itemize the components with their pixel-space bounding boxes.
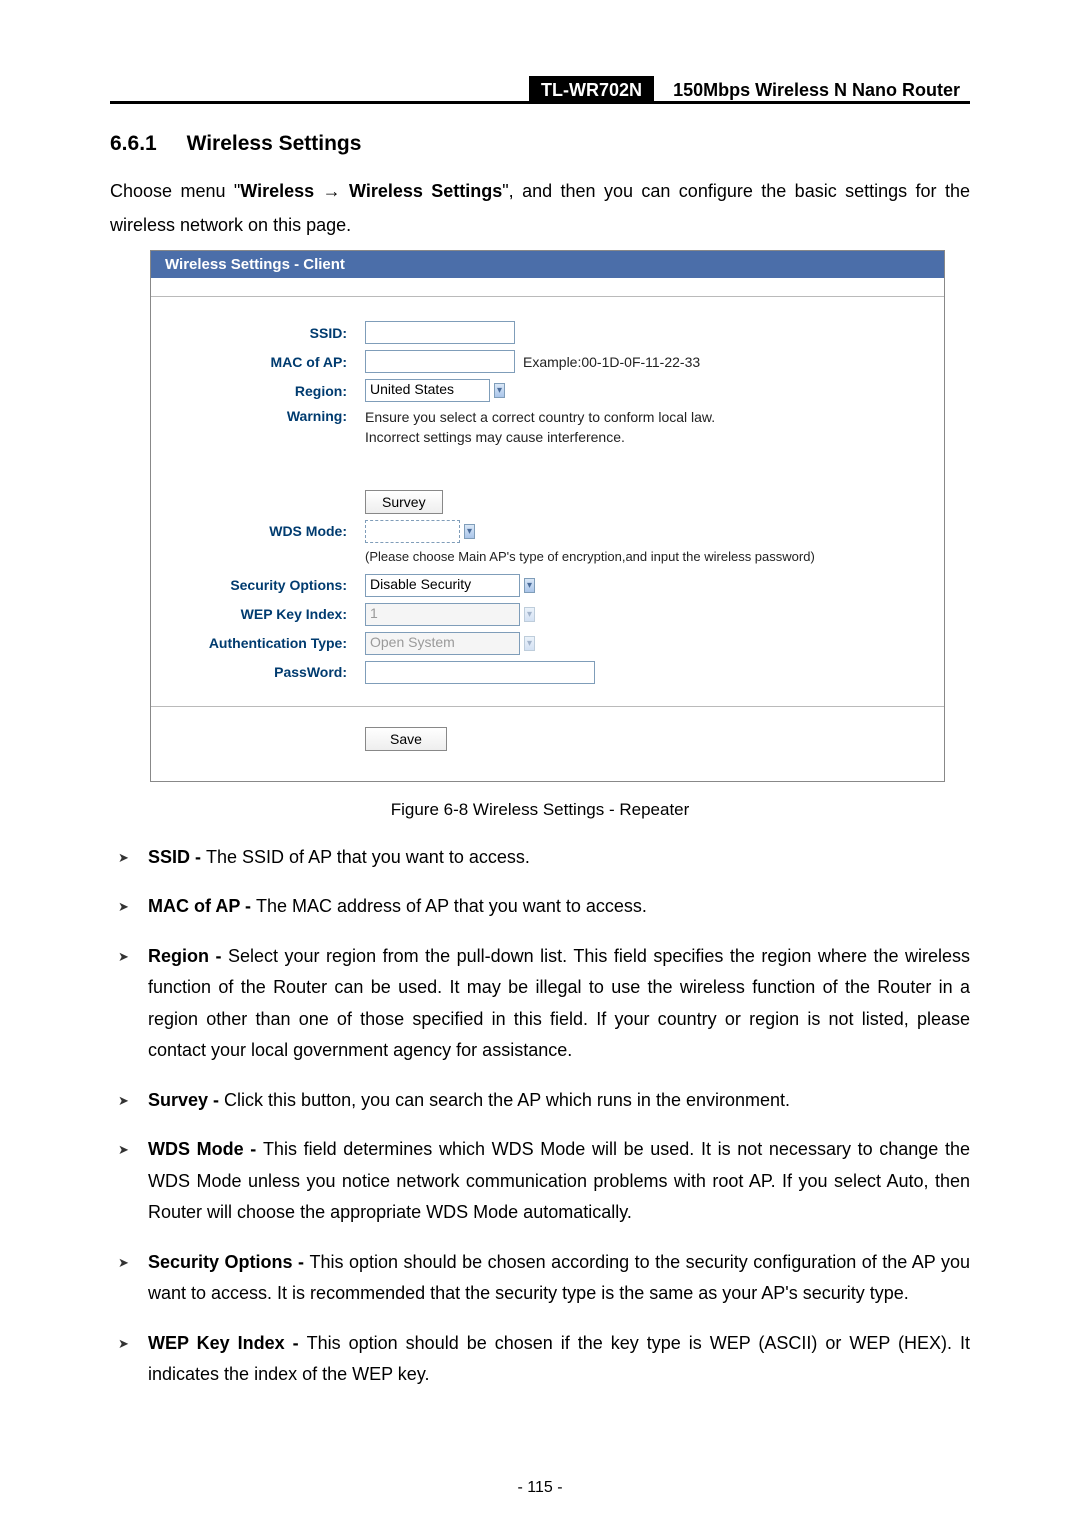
- wepkey-value: 1: [370, 605, 378, 621]
- mac-example: Example:00-1D-0F-11-22-33: [515, 354, 700, 370]
- arrow-bullet-icon: ➤: [118, 941, 148, 1067]
- header-band: TL-WR702N 150Mbps Wireless N Nano Router: [529, 80, 970, 101]
- list-item: ➤ WEP Key Index - This option should be …: [118, 1328, 970, 1391]
- bullet-term: Survey -: [148, 1090, 224, 1110]
- row-ssid: SSID:: [151, 321, 944, 344]
- security-value: Disable Security: [370, 576, 471, 592]
- bullet-term: WDS Mode -: [148, 1139, 263, 1159]
- section-number: 6.6.1: [110, 132, 157, 155]
- auth-value: Open System: [370, 634, 455, 650]
- bullet-list: ➤ SSID - The SSID of AP that you want to…: [110, 842, 970, 1391]
- chevron-down-icon: ▾: [524, 607, 535, 622]
- list-item: ➤ Survey - Click this button, you can se…: [118, 1085, 970, 1117]
- warning-line2: Incorrect settings may cause interferenc…: [365, 429, 625, 445]
- chevron-down-icon[interactable]: ▾: [524, 578, 535, 593]
- panel-title: Wireless Settings - Client: [151, 251, 944, 278]
- label-mac: MAC of AP:: [151, 354, 365, 370]
- bullet-term: MAC of AP -: [148, 896, 256, 916]
- list-item: ➤ SSID - The SSID of AP that you want to…: [118, 842, 970, 874]
- arrow-bullet-icon: ➤: [118, 1247, 148, 1310]
- list-item: ➤ Region - Select your region from the p…: [118, 941, 970, 1067]
- section-intro: Choose menu "Wireless → Wireless Setting…: [110, 174, 970, 242]
- row-auth: Authentication Type: Open System ▾: [151, 632, 944, 655]
- row-warning: Warning: Ensure you select a correct cou…: [151, 408, 944, 447]
- arrow-bullet-icon: ➤: [118, 1328, 148, 1391]
- row-mac: MAC of AP: Example:00-1D-0F-11-22-33: [151, 350, 944, 373]
- mac-input[interactable]: [365, 350, 515, 373]
- settings-screenshot: Wireless Settings - Client SSID: MAC of …: [150, 250, 945, 781]
- row-security: Security Options: Disable Security ▾: [151, 574, 944, 597]
- security-select[interactable]: Disable Security: [365, 574, 520, 597]
- wds-select[interactable]: [365, 520, 460, 543]
- auth-select[interactable]: Open System: [365, 632, 520, 655]
- bullet-term: WEP Key Index -: [148, 1333, 307, 1353]
- region-select[interactable]: United States: [365, 379, 490, 402]
- bullet-term: Security Options -: [148, 1252, 310, 1272]
- ssid-input[interactable]: [365, 321, 515, 344]
- row-save: Save: [365, 727, 944, 751]
- device-model: TL-WR702N: [529, 76, 654, 104]
- figure-caption: Figure 6-8 Wireless Settings - Repeater: [110, 800, 970, 820]
- label-wds: WDS Mode:: [151, 523, 365, 539]
- arrow-bullet-icon: ➤: [118, 1134, 148, 1229]
- intro-menu1: Wireless: [240, 181, 314, 201]
- warning-text: Ensure you select a correct country to c…: [365, 408, 715, 447]
- label-warning: Warning:: [151, 408, 365, 424]
- row-password: PassWord:: [151, 661, 944, 684]
- label-password: PassWord:: [151, 664, 365, 680]
- chevron-down-icon[interactable]: ▾: [464, 524, 475, 539]
- wds-hint: (Please choose Main AP's type of encrypt…: [365, 549, 944, 564]
- bullet-text: The MAC address of AP that you want to a…: [256, 896, 647, 916]
- label-region: Region:: [151, 383, 365, 399]
- label-wepkey: WEP Key Index:: [151, 606, 365, 622]
- bullet-text: Click this button, you can search the AP…: [224, 1090, 790, 1110]
- row-region: Region: United States ▾: [151, 379, 944, 402]
- row-wepkey: WEP Key Index: 1 ▾: [151, 603, 944, 626]
- warning-line1: Ensure you select a correct country to c…: [365, 409, 715, 425]
- page-header: TL-WR702N 150Mbps Wireless N Nano Router: [110, 80, 970, 104]
- region-value: United States: [370, 381, 454, 397]
- divider: [151, 706, 944, 707]
- label-ssid: SSID:: [151, 325, 365, 341]
- panel-body: SSID: MAC of AP: Example:00-1D-0F-11-22-…: [151, 278, 944, 780]
- list-item: ➤ MAC of AP - The MAC address of AP that…: [118, 891, 970, 923]
- chevron-down-icon[interactable]: ▾: [494, 383, 505, 398]
- row-survey: Survey: [151, 490, 944, 514]
- section-heading: 6.6.1 Wireless Settings: [110, 132, 970, 156]
- survey-button[interactable]: Survey: [365, 490, 443, 514]
- save-button[interactable]: Save: [365, 727, 447, 751]
- section-title: Wireless Settings: [187, 132, 362, 155]
- intro-prefix: Choose menu ": [110, 181, 240, 201]
- list-item: ➤ WDS Mode - This field determines which…: [118, 1134, 970, 1229]
- bullet-text: Select your region from the pull-down li…: [148, 946, 970, 1061]
- arrow-bullet-icon: ➤: [118, 891, 148, 923]
- arrow-icon: →: [314, 181, 349, 201]
- bullet-text: The SSID of AP that you want to access.: [206, 847, 530, 867]
- arrow-bullet-icon: ➤: [118, 842, 148, 874]
- list-item: ➤ Security Options - This option should …: [118, 1247, 970, 1310]
- label-auth: Authentication Type:: [151, 635, 365, 651]
- bullet-text: This field determines which WDS Mode wil…: [148, 1139, 970, 1222]
- password-input[interactable]: [365, 661, 595, 684]
- divider: [151, 296, 944, 297]
- device-desc: 150Mbps Wireless N Nano Router: [659, 76, 970, 104]
- row-wds: WDS Mode: ▾: [151, 520, 944, 543]
- label-security: Security Options:: [151, 577, 365, 593]
- chevron-down-icon: ▾: [524, 636, 535, 651]
- arrow-bullet-icon: ➤: [118, 1085, 148, 1117]
- page-number: - 115 -: [0, 1479, 1080, 1497]
- bullet-term: Region -: [148, 946, 228, 966]
- bullet-term: SSID -: [148, 847, 206, 867]
- intro-menu2: Wireless Settings: [349, 181, 502, 201]
- wepkey-select[interactable]: 1: [365, 603, 520, 626]
